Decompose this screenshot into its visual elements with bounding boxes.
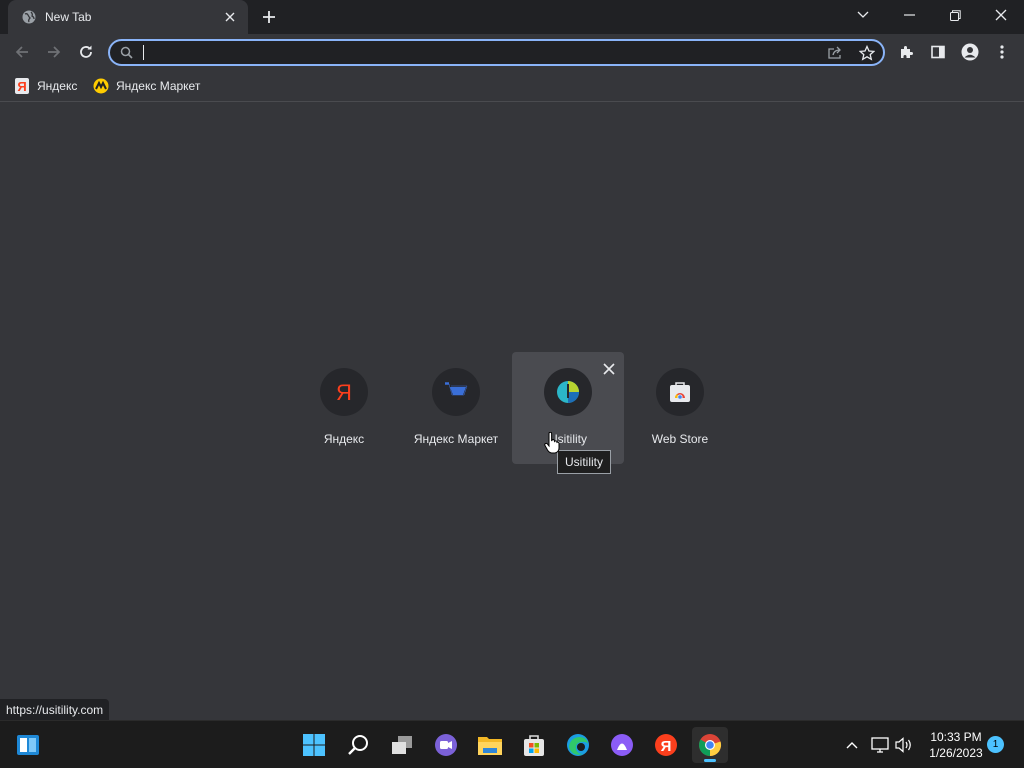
shortcut-label: Web Store [651,432,709,446]
svg-text:Я: Я [336,380,352,404]
tab-close-icon[interactable] [222,9,238,25]
shortcut-web-store[interactable]: Web Store [624,352,736,464]
back-icon[interactable] [8,38,36,66]
start-icon[interactable] [296,727,332,763]
status-url: https://usitility.com [0,699,110,720]
teams-chat-icon[interactable] [428,727,464,763]
shortcut-yandex[interactable]: Я Яндекс [288,352,400,464]
active-indicator [704,759,716,762]
shortcuts-grid: Я Яндекс Яндекс Маркет Usitility Web Sto… [288,352,736,464]
svg-text:Я: Я [17,79,26,94]
web-store-icon [656,368,704,416]
extensions-icon[interactable] [892,38,920,66]
restore-icon[interactable] [932,0,978,30]
bookmark-star-icon[interactable] [858,45,876,61]
address-bar[interactable] [108,39,885,66]
remove-shortcut-icon[interactable] [600,360,618,378]
reload-icon[interactable] [72,38,100,66]
side-panel-icon[interactable] [924,38,952,66]
notification-badge[interactable]: 1 [987,736,1004,753]
clock-date: 1/26/2023 [929,746,983,760]
shortcut-label: Яндекс Маркет [413,432,499,446]
address-input[interactable] [140,43,800,62]
profile-icon[interactable] [956,38,984,66]
tab-title: New Tab [45,10,92,24]
task-view-icon[interactable] [384,727,420,763]
close-icon[interactable] [978,0,1024,30]
forward-icon[interactable] [40,38,68,66]
chrome-icon[interactable] [692,727,728,763]
yandex-icon: Я [14,78,30,94]
shortcut-label: Яндекс [323,432,365,446]
hand-cursor-icon [544,431,560,459]
volume-icon[interactable] [894,735,914,755]
clock-time: 10:33 PM [930,730,982,744]
shortcut-yandex-market[interactable]: Яндекс Маркет [400,352,512,464]
globe-icon [22,10,36,24]
tab-strip: New Tab [0,0,1024,34]
microsoft-store-icon[interactable] [516,727,552,763]
file-explorer-icon[interactable] [472,727,508,763]
chevron-up-icon[interactable] [842,735,862,755]
bookmark-yandex-market[interactable]: Яндекс Маркет [89,75,204,97]
system-clock[interactable]: 10:33 PM 1/26/2023 [918,729,994,761]
bookmark-label: Яндекс Маркет [116,79,201,93]
search-icon[interactable] [340,727,376,763]
search-icon [120,46,133,64]
shortcut-usitility[interactable]: Usitility [512,352,624,464]
svg-text:Я: Я [661,738,672,755]
yandex-market-icon [432,368,480,416]
shortcut-label: Usitility [549,432,587,446]
minimize-icon[interactable] [886,0,932,30]
yandex-market-icon [93,78,109,94]
yandex-icon: Я [320,368,368,416]
tooltip: Usitility [557,450,611,474]
bookmark-label: Яндекс [37,79,78,93]
taskbar: Я 10:33 PM 1/26/2023 1 [0,720,1024,768]
yandex-browser-icon[interactable]: Я [648,727,684,763]
new-tab-button[interactable] [259,7,279,27]
bookmarks-bar: Я Яндекс Яндекс Маркет [0,70,1024,102]
widgets-icon[interactable] [10,727,46,763]
tab-new-tab[interactable]: New Tab [8,0,248,34]
bookmark-yandex[interactable]: Я Яндекс [10,75,81,97]
alice-icon[interactable] [604,727,640,763]
edge-icon[interactable] [560,727,596,763]
network-icon[interactable] [870,735,890,755]
chevron-down-icon[interactable] [840,0,886,30]
toolbar [0,34,1024,70]
share-icon[interactable] [826,45,844,61]
usitility-icon [544,368,592,416]
menu-icon[interactable] [988,38,1016,66]
